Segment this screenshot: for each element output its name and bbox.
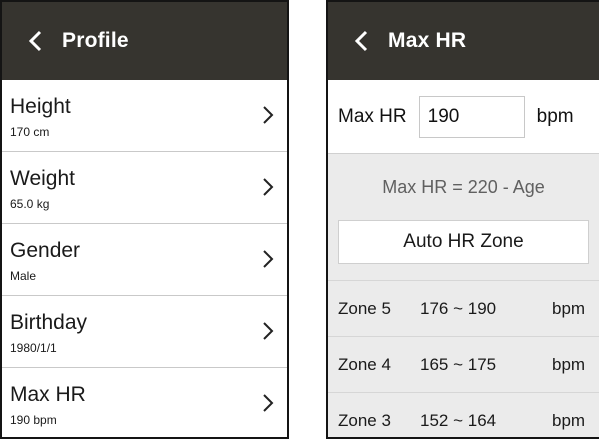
zone-range: 152 ~ 164 — [420, 410, 497, 430]
chevron-left-icon — [28, 30, 42, 52]
auto-hr-zone-button[interactable]: Auto HR Zone — [338, 220, 589, 264]
hr-zone-row[interactable]: Zone 3 152 ~ 164 bpm — [328, 392, 599, 437]
zone-unit: bpm — [552, 410, 586, 430]
zone-name: Zone 3 — [338, 410, 391, 430]
page-title: Max HR — [388, 29, 467, 52]
max-hr-field-label: Max HR — [338, 105, 407, 127]
item-label: Weight — [10, 167, 75, 190]
profile-item-max-hr[interactable]: Max HR 190 bpm — [2, 368, 287, 437]
auto-zone-container: Auto HR Zone — [328, 220, 599, 280]
profile-list: Height 170 cm Weight 65.0 kg Gender Male… — [2, 80, 287, 437]
profile-screen: Profile Height 170 cm Weight 65.0 kg Gen… — [0, 0, 289, 439]
chevron-left-icon — [354, 30, 368, 52]
item-value: Male — [10, 269, 37, 283]
item-value: 65.0 kg — [10, 197, 50, 211]
zone-name: Zone 5 — [338, 298, 391, 318]
hr-zone-row[interactable]: Zone 4 165 ~ 175 bpm — [328, 336, 599, 392]
item-label: Height — [10, 95, 71, 118]
max-hr-screen: Max HR Max HR 190 bpm Max HR = 220 - Age… — [326, 0, 599, 439]
zone-range: 165 ~ 175 — [420, 354, 497, 374]
item-label: Birthday — [10, 311, 88, 334]
chevron-right-icon — [263, 394, 274, 412]
profile-item-weight[interactable]: Weight 65.0 kg — [2, 152, 287, 224]
item-value: 190 bpm — [10, 413, 57, 427]
profile-item-birthday[interactable]: Birthday 1980/1/1 — [2, 296, 287, 368]
max-hr-unit: bpm — [536, 105, 574, 127]
item-value: 1980/1/1 — [10, 341, 57, 355]
profile-header: Profile — [2, 2, 287, 80]
max-hr-header: Max HR — [328, 2, 599, 80]
page-title: Profile — [62, 29, 129, 52]
chevron-right-icon — [263, 106, 274, 124]
zone-unit: bpm — [552, 354, 586, 374]
chevron-right-icon — [263, 250, 274, 268]
profile-item-gender[interactable]: Gender Male — [2, 224, 287, 296]
item-value: 170 cm — [10, 125, 50, 139]
max-hr-input[interactable]: 190 — [418, 95, 525, 138]
max-hr-formula: Max HR = 220 - Age — [328, 154, 599, 220]
chevron-right-icon — [263, 322, 274, 340]
zone-name: Zone 4 — [338, 354, 391, 374]
item-label: Gender — [10, 239, 81, 262]
zone-range: 176 ~ 190 — [420, 298, 497, 318]
profile-item-height[interactable]: Height 170 cm — [2, 80, 287, 152]
zone-unit: bpm — [552, 298, 586, 318]
item-label: Max HR — [10, 383, 86, 406]
hr-zone-row[interactable]: Zone 5 176 ~ 190 bpm — [328, 280, 599, 336]
chevron-right-icon — [263, 178, 274, 196]
max-hr-input-row: Max HR 190 bpm — [328, 80, 599, 154]
back-button[interactable] — [346, 26, 376, 56]
back-button[interactable] — [20, 26, 50, 56]
